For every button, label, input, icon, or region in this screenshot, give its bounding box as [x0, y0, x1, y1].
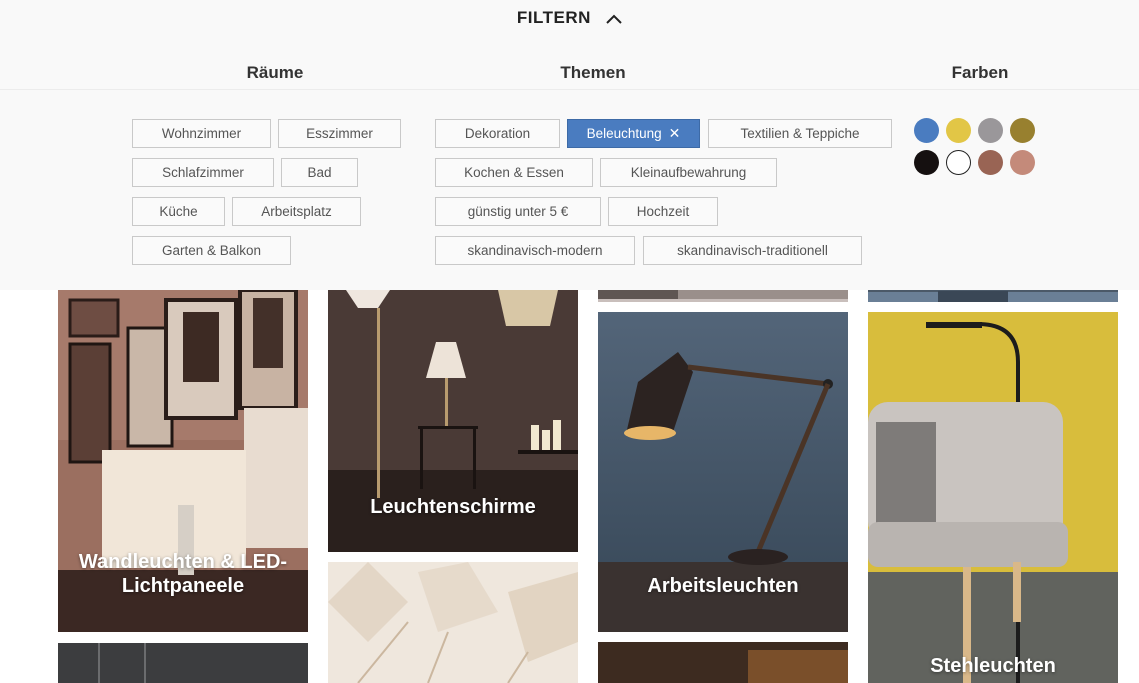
- color-swatch-grey[interactable]: [978, 118, 1003, 143]
- color-swatch-yellow[interactable]: [946, 118, 971, 143]
- tile-warm-room[interactable]: [598, 642, 848, 683]
- warm-room-photo: [598, 642, 848, 683]
- tile-dark-panel[interactable]: [58, 643, 308, 683]
- colors-heading: Farben: [951, 63, 1009, 82]
- close-icon[interactable]: ✕: [669, 125, 681, 141]
- theme-chip-beleuchtung[interactable]: Beleuchtung ✕: [567, 119, 700, 148]
- tile-label-floor-lamps: Stehleuchten: [930, 655, 1056, 677]
- room-chip-kueche[interactable]: Küche: [132, 197, 225, 226]
- room-chip-schlafzimmer[interactable]: Schlafzimmer: [132, 158, 274, 187]
- tile-label-work-lamps: Arbeitsleuchten: [647, 575, 799, 597]
- theme-chip-guenstig[interactable]: günstig unter 5 €: [435, 197, 601, 226]
- color-swatch-black[interactable]: [914, 150, 939, 175]
- floor-lamps-photo: [868, 312, 1118, 683]
- theme-chip-label: Beleuchtung: [586, 126, 662, 141]
- theme-chip-kochen-essen[interactable]: Kochen & Essen: [435, 158, 593, 187]
- color-swatch-pink[interactable]: [1010, 150, 1035, 175]
- chevron-up-icon: [606, 9, 622, 29]
- filter-panel: FILTERN Räume Themen Farben Wohnzimmer E…: [0, 0, 1139, 290]
- theme-chip-kleinaufbewahrung[interactable]: Kleinaufbewahrung: [600, 158, 777, 187]
- theme-chip-textilien[interactable]: Textilien & Teppiche: [708, 119, 892, 148]
- pendant-shade-photo: [328, 562, 578, 683]
- color-swatch-brown[interactable]: [978, 150, 1003, 175]
- tile-label-lampshades: Leuchtenschirme: [370, 496, 536, 518]
- room-chip-garten-balkon[interactable]: Garten & Balkon: [132, 236, 291, 265]
- top-cut-4-photo: [868, 288, 1118, 302]
- theme-chip-skandinavisch-modern[interactable]: skandinavisch-modern: [435, 236, 635, 265]
- room-chip-esszimmer[interactable]: Esszimmer: [278, 119, 401, 148]
- tile-wall-lights[interactable]: Wandleuchten & LED-Lichtpaneele: [58, 290, 308, 632]
- room-chip-bad[interactable]: Bad: [281, 158, 358, 187]
- color-swatch-white[interactable]: [946, 150, 971, 175]
- theme-chip-skandinavisch-traditionell[interactable]: skandinavisch-traditionell: [643, 236, 862, 265]
- dark-panel-photo: [58, 643, 308, 683]
- theme-chip-dekoration[interactable]: Dekoration: [435, 119, 560, 148]
- tile-lampshades[interactable]: Leuchtenschirme: [328, 290, 578, 552]
- rooms-heading: Räume: [246, 63, 304, 82]
- tile-top-cut-4[interactable]: [868, 288, 1118, 302]
- tile-top-cut-3[interactable]: [598, 288, 848, 302]
- tile-pendant-shade[interactable]: [328, 562, 578, 683]
- tile-floor-lamps[interactable]: Stehleuchten: [868, 312, 1118, 683]
- theme-chip-hochzeit[interactable]: Hochzeit: [608, 197, 718, 226]
- tile-label-wall-lights: Wandleuchten & LED-Lichtpaneele: [78, 551, 288, 597]
- divider: [0, 89, 1139, 90]
- top-cut-3-photo: [598, 288, 848, 302]
- color-swatch-blue[interactable]: [914, 118, 939, 143]
- tile-work-lamps[interactable]: Arbeitsleuchten: [598, 312, 848, 632]
- room-chip-wohnzimmer[interactable]: Wohnzimmer: [132, 119, 271, 148]
- filter-toggle-label: FILTERN: [516, 8, 591, 27]
- themes-heading: Themen: [560, 63, 626, 82]
- room-chip-arbeitsplatz[interactable]: Arbeitsplatz: [232, 197, 361, 226]
- filter-toggle-button[interactable]: FILTERN: [0, 8, 1139, 29]
- color-swatch-olive[interactable]: [1010, 118, 1035, 143]
